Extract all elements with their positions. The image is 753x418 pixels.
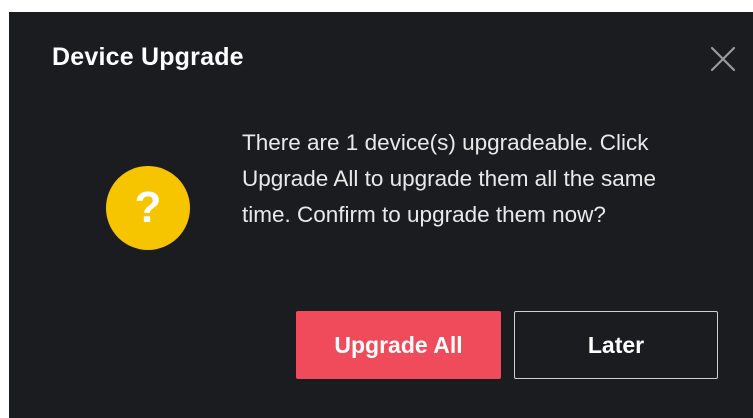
question-mark-icon: ? — [106, 166, 190, 250]
later-label: Later — [587, 331, 645, 358]
device-upgrade-dialog: Device Upgrade ? There are 1 device(s) u… — [9, 12, 753, 418]
upgrade-all-button[interactable]: Upgrade All — [296, 311, 501, 379]
dialog-message: There are 1 device(s) upgradeable. Click… — [242, 130, 656, 227]
later-button[interactable]: Later — [514, 311, 718, 379]
close-icon[interactable] — [706, 42, 740, 76]
question-mark-glyph: ? — [134, 183, 162, 232]
upgrade-all-label: Upgrade All — [334, 331, 463, 358]
dialog-title: Device Upgrade — [52, 43, 244, 71]
screen: Device Upgrade ? There are 1 device(s) u… — [0, 0, 753, 418]
